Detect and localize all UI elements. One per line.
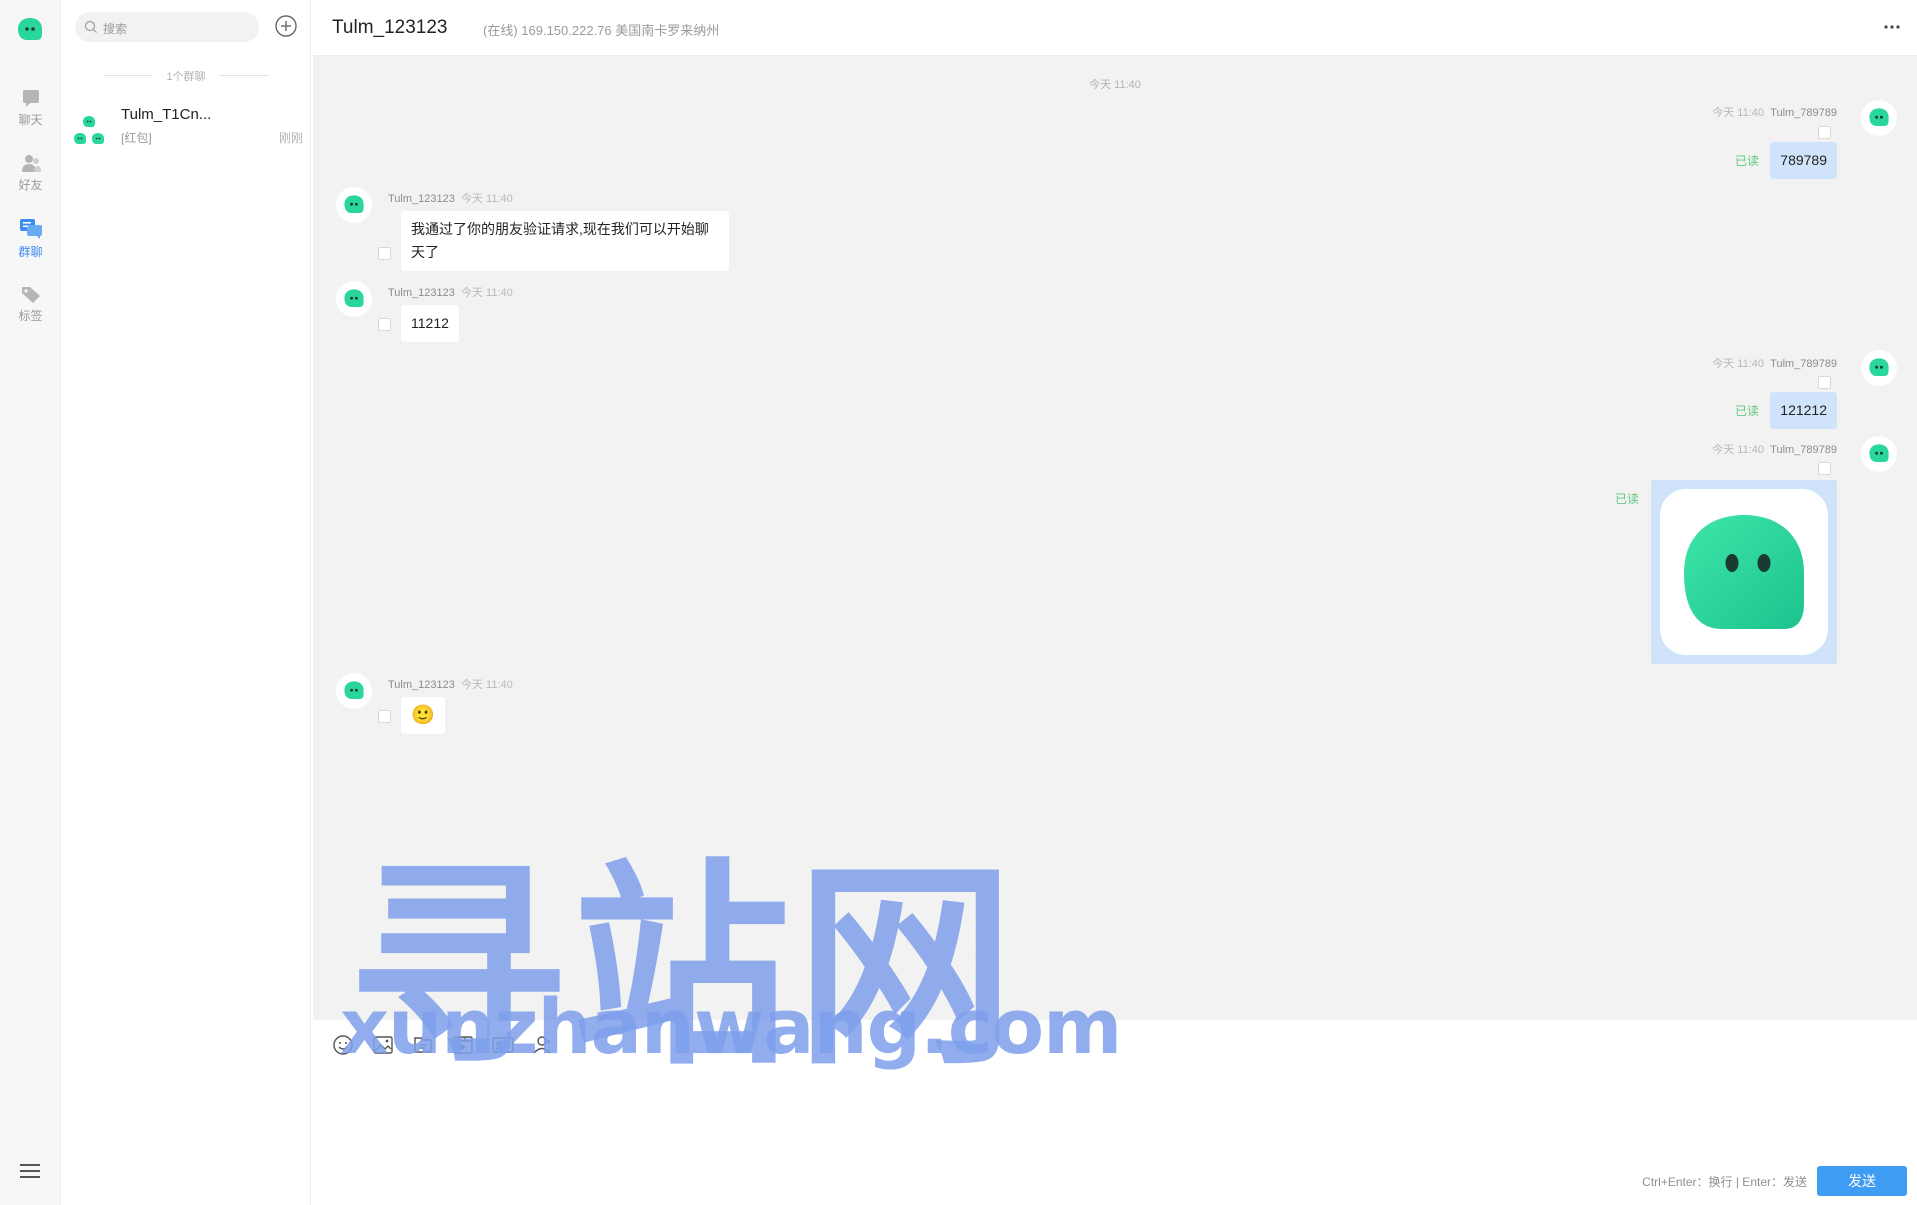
message-meta: 今天 11:40 Tulm_789789 [1712,104,1837,120]
chat-title: Tulm_123123 [332,17,448,38]
select-checkbox[interactable] [378,247,391,260]
read-status: 已读 [1734,154,1759,168]
send-button[interactable]: 发送 [1817,1166,1907,1196]
chat-header: Tulm_123123 (在线) 169.150.222.76 美国南卡罗来纳州 [313,0,1917,56]
message-meta: Tulm_123123 今天 11:40 [388,190,513,206]
message-bubble[interactable]: 789789 [1770,142,1837,179]
message-time: 今天 11:40 [1712,444,1765,456]
system-time: 今天 11:40 [1089,79,1141,91]
bot-avatar-icon [344,289,364,307]
search-box[interactable]: 搜索 [75,12,259,42]
message-bubble[interactable]: 🙂 [401,697,445,734]
app-logo-image [1660,489,1828,655]
send-hint: Ctrl+Enter：换行 | Enter：发送 [1642,1175,1807,1189]
composer: Ctrl+Enter：换行 | Enter：发送 发送 [313,1020,1917,1205]
image-icon[interactable] [371,1033,395,1057]
bot-avatar-icon [344,195,364,213]
avatar[interactable] [336,673,372,709]
avatar[interactable] [336,187,372,223]
more-options-icon[interactable] [1883,22,1901,32]
user-icon[interactable] [531,1033,555,1057]
nav-label-tags: 标签 [18,309,43,323]
emoji-icon[interactable] [331,1033,355,1057]
bot-avatar-icon [1869,108,1889,126]
conversation-list: 搜索 1个群聊 Tulm_T1Cn... [红包] 刚刚 [61,0,311,1205]
select-checkbox[interactable] [1818,462,1831,475]
message-bubble[interactable]: 121212 [1770,392,1837,429]
select-checkbox[interactable] [1818,376,1831,389]
message-meta: Tulm_123123 今天 11:40 [388,284,513,300]
avatar[interactable] [1861,100,1897,136]
select-checkbox[interactable] [378,710,391,723]
message-time: 今天 11:40 [1712,107,1765,119]
message-sender: Tulm_123123 [388,679,455,691]
message-meta: Tulm_123123 今天 11:40 [388,676,513,692]
message-sender: Tulm_123123 [388,193,455,205]
app-logo-icon[interactable] [15,15,45,45]
group-avatar-icon [74,116,104,144]
group-chat-icon [19,219,42,239]
nav-item-friends[interactable]: 好友 [0,153,61,193]
avatar[interactable] [336,281,372,317]
message-list: 今天 11:40 今天 11:40 Tulm_789789 已读 789789 … [313,56,1917,1020]
add-button[interactable] [274,14,298,38]
nav-label-group-chat: 群聊 [18,245,43,259]
image-message[interactable] [1651,480,1837,664]
read-status: 已读 [1734,404,1759,418]
search-icon [84,20,97,33]
message-sender: Tulm_123123 [388,287,455,299]
search-placeholder: 搜索 [103,22,128,36]
nav-item-group-chat[interactable]: 群聊 [0,218,61,260]
bot-avatar-icon [344,681,364,699]
menu-icon[interactable] [19,1162,41,1180]
chat-status: (在线) 169.150.222.76 美国南卡罗来纳州 [483,23,720,38]
avatar[interactable] [1861,436,1897,472]
select-checkbox[interactable] [378,318,391,331]
message-bubble[interactable]: 我通过了你的朋友验证请求,现在我们可以开始聊天了 [401,211,729,271]
friends-icon [21,155,41,172]
message-time: 今天 11:40 [460,287,513,299]
message-time: 今天 11:40 [460,193,513,205]
message-time: 今天 11:40 [1712,358,1765,370]
bot-avatar-icon [1869,358,1889,376]
nav-label-friends: 好友 [18,178,43,192]
group-count-label: 1个群聊 [61,68,311,84]
tag-icon [21,287,40,303]
nav-label-chat: 聊天 [18,113,43,127]
file-icon[interactable] [411,1033,435,1057]
select-checkbox[interactable] [1818,126,1831,139]
video-icon[interactable] [451,1033,475,1057]
conversation-item[interactable]: Tulm_T1Cn... [红包] 刚刚 [61,98,311,150]
conversation-time: 刚刚 [278,131,303,145]
conversation-name: Tulm_T1Cn... [121,106,212,123]
message-time: 今天 11:40 [460,679,513,691]
nav-rail: 聊天 好友 群聊 标签 [0,0,61,1205]
message-meta: 今天 11:40 Tulm_789789 [1712,441,1837,457]
message-meta: 今天 11:40 Tulm_789789 [1712,355,1837,371]
nav-item-tags[interactable]: 标签 [0,284,61,324]
bot-avatar-icon [1869,444,1889,462]
message-sender: Tulm_789789 [1770,358,1837,370]
read-status: 已读 [1614,492,1639,506]
message-sender: Tulm_789789 [1770,444,1837,456]
nav-item-chat[interactable]: 聊天 [0,88,61,128]
message-bubble[interactable]: 11212 [401,305,459,342]
message-sender: Tulm_789789 [1770,107,1837,119]
conversation-last-message: [红包] [121,131,152,145]
chat-panel: Tulm_123123 (在线) 169.150.222.76 美国南卡罗来纳州… [313,0,1917,1205]
chat-icon [22,90,39,107]
contact-card-icon[interactable] [491,1033,515,1057]
avatar[interactable] [1861,350,1897,386]
